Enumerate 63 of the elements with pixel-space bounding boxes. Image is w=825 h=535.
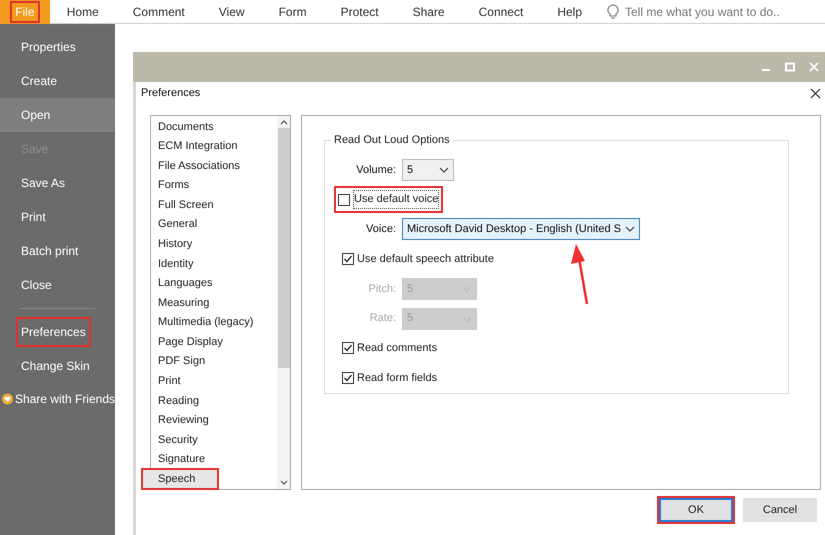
category-item[interactable]: Languages: [151, 274, 277, 294]
category-item[interactable]: ECM Integration: [151, 136, 277, 156]
menu-tab[interactable]: Connect: [462, 0, 540, 24]
maximize-icon[interactable]: [785, 62, 795, 72]
menu-tab[interactable]: View: [202, 0, 262, 24]
checkbox[interactable]: Read form fields: [340, 368, 440, 388]
category-item[interactable]: History: [151, 234, 277, 254]
field-label: Volume:: [355, 162, 396, 178]
menu-tab[interactable]: Form: [262, 0, 324, 24]
caret-icon: [624, 226, 635, 232]
sidebar-item[interactable]: Batch print: [0, 234, 115, 268]
dialog-button[interactable]: Cancel: [741, 496, 819, 524]
category-item[interactable]: Reading: [151, 391, 277, 411]
category-item[interactable]: Print: [151, 372, 277, 392]
check-icon: [343, 373, 353, 384]
check-icon: [343, 254, 353, 264]
scrollbar-thumb[interactable]: [278, 128, 290, 368]
category-item[interactable]: Multimedia (legacy): [151, 312, 277, 332]
sidebar-item[interactable]: Close: [0, 268, 115, 302]
sidebar-item[interactable]: Print: [0, 200, 115, 234]
field-label: Rate:: [368, 311, 396, 326]
sidebar-item[interactable]: Share with Friends: [0, 383, 115, 415]
menu-tab[interactable]: Home: [50, 0, 116, 24]
category-item[interactable]: PDF Sign: [151, 352, 277, 372]
sidebar-item[interactable]: Create: [0, 64, 115, 98]
checkbox[interactable]: Read comments: [340, 338, 440, 359]
menu-tab[interactable]: Comment: [116, 0, 202, 24]
category-item[interactable]: Page Display: [151, 332, 277, 352]
dialog-title: Preferences: [141, 86, 200, 101]
close-icon[interactable]: [810, 88, 821, 98]
checkbox[interactable]: Use default speech attribute: [340, 248, 496, 270]
category-item[interactable]: Reviewing: [151, 410, 277, 430]
field-label: Voice:: [365, 222, 396, 238]
sidebar-item[interactable]: Open: [0, 98, 115, 132]
category-item[interactable]: General: [151, 214, 277, 234]
scrollbar[interactable]: [277, 116, 290, 489]
search-field[interactable]: Tell me what you want to do..: [625, 2, 825, 20]
sidebar-item[interactable]: Save As: [0, 166, 115, 200]
category-item[interactable]: File Associations: [151, 156, 277, 176]
lightbulb-icon: [607, 4, 619, 19]
menu-tab[interactable]: Share: [396, 0, 462, 24]
category-item[interactable]: Measuring: [151, 293, 277, 313]
dropdown[interactable]: Microsoft David Desktop - English (United S: [402, 218, 640, 240]
category-item[interactable]: Full Screen: [151, 195, 277, 215]
field-label: Pitch:: [367, 282, 396, 297]
menu-tab[interactable]: Help: [540, 0, 599, 24]
category-item[interactable]: Speech: [142, 469, 218, 489]
caret-icon: [439, 166, 449, 173]
category-item[interactable]: Forms: [151, 176, 277, 196]
scroll-down-icon[interactable]: [280, 480, 288, 485]
group-title: Read Out Loud Options: [331, 133, 453, 147]
sidebar-item[interactable]: Change Skin: [0, 349, 115, 383]
sidebar-item[interactable]: Properties: [0, 30, 115, 64]
menu-tab[interactable]: Protect: [324, 0, 396, 24]
dialog-button[interactable]: OK: [657, 496, 735, 524]
sidebar-item[interactable]: Preferences: [0, 315, 115, 349]
check-icon: [343, 343, 353, 354]
category-item[interactable]: Documents: [151, 117, 277, 137]
category-item[interactable]: Security: [151, 430, 277, 450]
dropdown[interactable]: 5: [402, 158, 454, 181]
category-item[interactable]: Identity: [151, 254, 277, 274]
category-item[interactable]: Signature: [151, 450, 277, 470]
scroll-up-icon[interactable]: [280, 120, 288, 125]
